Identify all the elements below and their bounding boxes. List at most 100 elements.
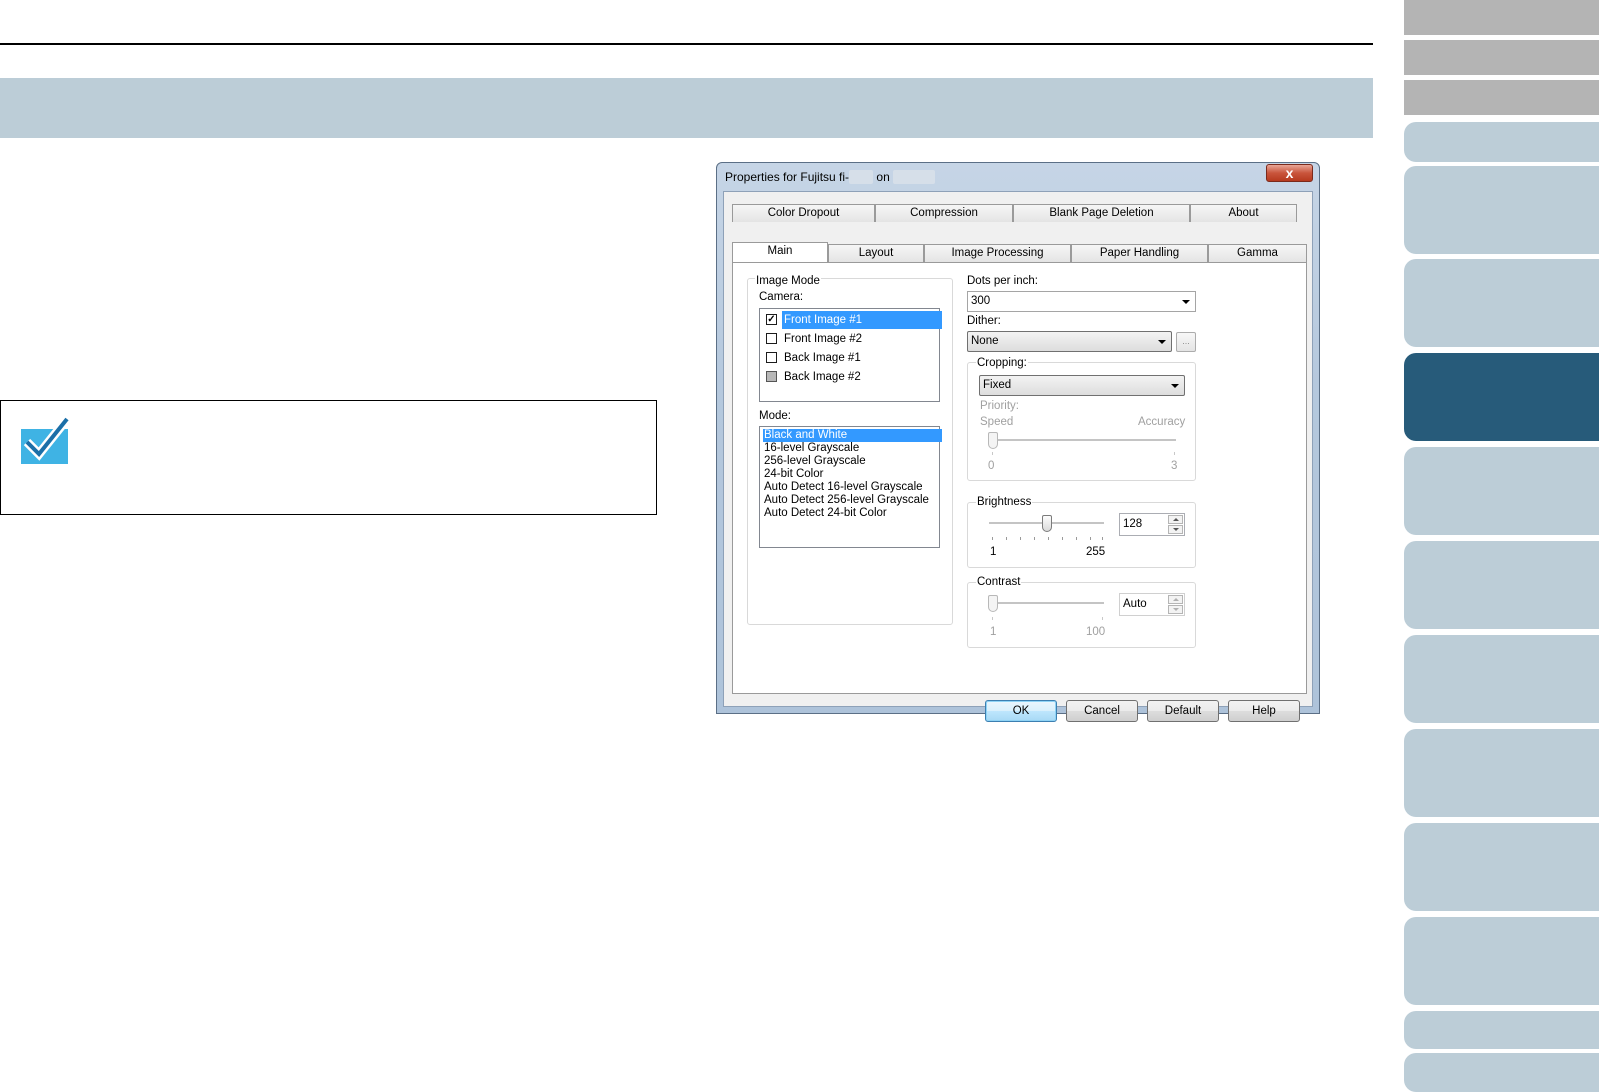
contrast-spinner[interactable]: Auto bbox=[1119, 593, 1185, 616]
camera-item-back-2[interactable]: Back Image #2 bbox=[764, 368, 942, 386]
ok-button[interactable]: OK bbox=[985, 700, 1057, 722]
nav-tab-gray-3[interactable] bbox=[1404, 80, 1599, 115]
camera-label: Camera: bbox=[759, 291, 803, 303]
dialog-title: Properties for Fujitsu fi-xxxx on xxxxxx… bbox=[725, 170, 936, 184]
chevron-down-icon bbox=[1182, 300, 1190, 304]
brightness-min: 1 bbox=[990, 546, 997, 558]
tab-gamma[interactable]: Gamma bbox=[1208, 244, 1307, 262]
contrast-tick bbox=[1102, 617, 1103, 620]
section-banner bbox=[0, 78, 1373, 138]
mode-item[interactable]: 24-bit Color bbox=[763, 468, 942, 481]
brightness-spinner[interactable]: 128 bbox=[1119, 513, 1185, 536]
brightness-value: 128 bbox=[1123, 518, 1143, 530]
dpi-value: 300 bbox=[971, 295, 991, 307]
priority-slider-track bbox=[989, 439, 1176, 442]
mode-item[interactable]: Black and White bbox=[763, 429, 942, 442]
image-mode-label: Image Mode bbox=[755, 275, 821, 287]
nav-tab-2[interactable] bbox=[1404, 166, 1599, 254]
priority-max: 3 bbox=[1171, 460, 1178, 472]
contrast-slider-thumb[interactable] bbox=[988, 595, 998, 612]
spin-down-icon[interactable] bbox=[1168, 525, 1183, 534]
camera-item-label: Back Image #1 bbox=[784, 352, 861, 364]
help-button[interactable]: Help bbox=[1228, 700, 1300, 722]
dither-value: None bbox=[971, 335, 999, 347]
redacted-model: xxxx bbox=[849, 170, 874, 184]
camera-item-front-2[interactable]: Front Image #2 bbox=[764, 330, 942, 348]
cropping-label: Cropping: bbox=[976, 357, 1028, 369]
camera-checkbox-back-2[interactable] bbox=[766, 371, 777, 382]
mode-list[interactable]: Black and White 16-level Grayscale 256-l… bbox=[759, 426, 942, 548]
camera-item-label: Front Image #2 bbox=[784, 333, 862, 345]
tab-compression[interactable]: Compression bbox=[875, 204, 1013, 222]
properties-dialog: Properties for Fujitsu fi-xxxx on xxxxxx… bbox=[716, 162, 1320, 722]
camera-item-back-1[interactable]: Back Image #1 bbox=[764, 349, 942, 367]
nav-tab-12[interactable] bbox=[1404, 1053, 1599, 1092]
tab-main[interactable]: Main bbox=[732, 242, 828, 262]
cropping-select[interactable]: Fixed bbox=[979, 375, 1185, 396]
dither-label: Dither: bbox=[967, 315, 1001, 327]
tab-layout[interactable]: Layout bbox=[828, 244, 924, 262]
nav-tab-3[interactable] bbox=[1404, 259, 1599, 347]
close-button[interactable]: x bbox=[1266, 164, 1313, 182]
mode-item[interactable]: Auto Detect 24-bit Color bbox=[763, 507, 942, 520]
priority-label: Priority: bbox=[980, 400, 1019, 412]
nav-tab-8[interactable] bbox=[1404, 729, 1599, 817]
nav-tab-7[interactable] bbox=[1404, 635, 1599, 723]
nav-tab-4-active[interactable] bbox=[1404, 353, 1599, 441]
tab-paper-handling[interactable]: Paper Handling bbox=[1071, 244, 1208, 262]
brightness-max: 255 bbox=[1086, 546, 1106, 558]
tab-about[interactable]: About bbox=[1190, 204, 1297, 222]
camera-item-label: Back Image #2 bbox=[784, 371, 861, 383]
dpi-select[interactable]: 300 bbox=[967, 291, 1196, 312]
default-button[interactable]: Default bbox=[1147, 700, 1219, 722]
priority-min: 0 bbox=[988, 460, 995, 472]
contrast-slider-track bbox=[989, 602, 1104, 605]
nav-tab-11[interactable] bbox=[1404, 1011, 1599, 1049]
mode-item[interactable]: 16-level Grayscale bbox=[763, 442, 942, 455]
mode-item[interactable]: 256-level Grayscale bbox=[763, 455, 942, 468]
chevron-down-icon bbox=[1158, 340, 1166, 344]
spin-up-icon[interactable] bbox=[1168, 595, 1183, 604]
tab-image-processing[interactable]: Image Processing bbox=[924, 244, 1071, 262]
speed-label: Speed bbox=[980, 416, 1014, 428]
contrast-label: Contrast bbox=[976, 576, 1022, 588]
check-note-icon bbox=[21, 416, 69, 464]
nav-tab-10[interactable] bbox=[1404, 917, 1599, 1005]
nav-tab-1[interactable] bbox=[1404, 122, 1599, 162]
camera-item-label: Front Image #1 bbox=[782, 311, 942, 329]
nav-tab-9[interactable] bbox=[1404, 823, 1599, 911]
camera-checkbox-front-2[interactable] bbox=[766, 333, 777, 344]
camera-checkbox-front-1[interactable]: ✓ bbox=[766, 314, 777, 325]
mode-label: Mode: bbox=[759, 410, 791, 422]
spin-down-icon[interactable] bbox=[1168, 605, 1183, 614]
camera-checkbox-back-1[interactable] bbox=[766, 352, 777, 363]
brightness-slider-thumb[interactable] bbox=[1042, 515, 1052, 532]
dialog-title-prefix: Properties for Fujitsu fi- bbox=[725, 170, 850, 184]
dialog-client: Color Dropout Compression Blank Page Del… bbox=[723, 191, 1313, 722]
chevron-down-icon bbox=[1171, 384, 1179, 388]
mode-item[interactable]: Auto Detect 16-level Grayscale bbox=[763, 481, 942, 494]
nav-tab-5[interactable] bbox=[1404, 447, 1599, 535]
nav-tab-6[interactable] bbox=[1404, 541, 1599, 629]
camera-item-front-1[interactable]: ✓ Front Image #1 bbox=[764, 311, 942, 329]
mode-item[interactable]: Auto Detect 256-level Grayscale bbox=[763, 494, 942, 507]
tab-color-dropout[interactable]: Color Dropout bbox=[732, 204, 875, 222]
camera-list[interactable]: ✓ Front Image #1 Front Image #2 Back Ima… bbox=[759, 308, 942, 402]
spin-up-icon[interactable] bbox=[1168, 515, 1183, 524]
nav-tab-gray-2[interactable] bbox=[1404, 40, 1599, 75]
priority-tick bbox=[992, 452, 993, 455]
accuracy-label: Accuracy bbox=[1138, 416, 1186, 428]
header-rule bbox=[0, 43, 1373, 45]
priority-slider-thumb[interactable] bbox=[988, 432, 998, 449]
cropping-value: Fixed bbox=[983, 379, 1012, 391]
tab-blank-page-deletion[interactable]: Blank Page Deletion bbox=[1013, 204, 1190, 222]
dither-options-button[interactable]: ... bbox=[1176, 332, 1196, 352]
brightness-label: Brightness bbox=[976, 496, 1033, 508]
cancel-button[interactable]: Cancel bbox=[1066, 700, 1138, 722]
redacted-host: xxxxxxx bbox=[893, 170, 936, 184]
priority-tick bbox=[1174, 452, 1175, 455]
nav-tab-gray-1[interactable] bbox=[1404, 0, 1599, 35]
contrast-min: 1 bbox=[990, 626, 997, 638]
dither-select[interactable]: None bbox=[967, 331, 1172, 352]
note-box bbox=[0, 400, 657, 515]
